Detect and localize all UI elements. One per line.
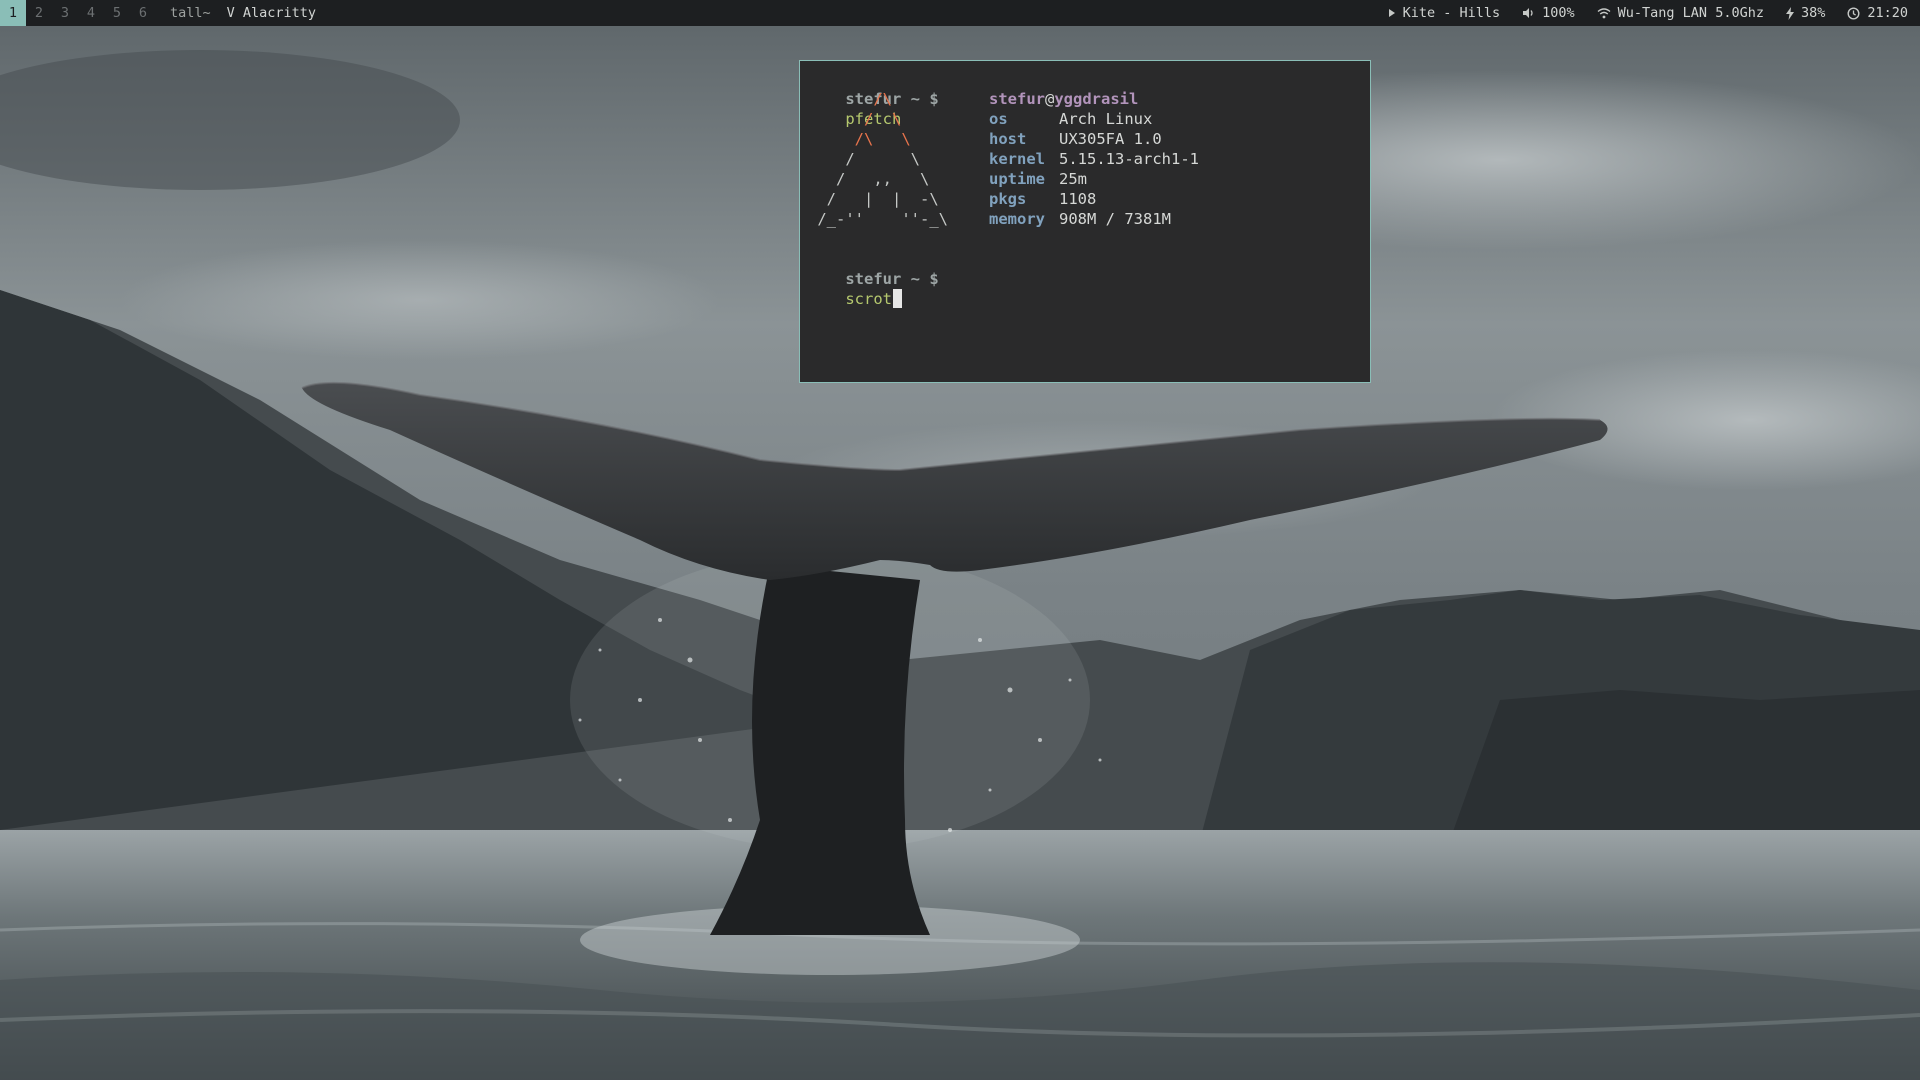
alacritty-terminal-window[interactable]: stefur ~ $ pfetch /\ / \ /\ \ / \ / ,, \… xyxy=(799,60,1371,383)
info-key: memory xyxy=(989,210,1045,228)
battery-module[interactable]: 38% xyxy=(1785,5,1826,21)
info-value: Arch Linux xyxy=(1059,110,1153,128)
play-icon xyxy=(1388,9,1395,17)
prompt-line-2[interactable]: stefur ~ $ scrot xyxy=(808,249,939,329)
info-value: 908M / 7381M xyxy=(1059,210,1171,228)
workspace-2[interactable]: 2 xyxy=(26,0,52,26)
clock-time: 21:20 xyxy=(1867,5,1908,21)
info-row-host: host UX305FA 1.0 xyxy=(989,129,1199,149)
layout-indicator[interactable]: tall~ xyxy=(170,5,211,21)
info-row-pkgs: pkgs 1108 xyxy=(989,189,1199,209)
user-host-line: stefur @ yggdrasil xyxy=(989,89,1199,109)
volume-icon xyxy=(1523,8,1533,18)
info-row-os: os Arch Linux xyxy=(989,109,1199,129)
hostname: yggdrasil xyxy=(1054,90,1139,108)
wifi-icon xyxy=(1597,8,1611,19)
battery-level: 38% xyxy=(1800,5,1826,21)
username: stefur xyxy=(989,90,1045,108)
shell-prompt: stefur ~ $ xyxy=(845,270,939,288)
lightning-icon xyxy=(1785,6,1794,20)
command-input[interactable]: scrot xyxy=(845,290,892,308)
workspace-4[interactable]: 4 xyxy=(78,0,104,26)
info-row-uptime: uptime 25m xyxy=(989,169,1199,189)
info-key: host xyxy=(989,130,1027,148)
workspace-3[interactable]: 3 xyxy=(52,0,78,26)
info-value: 1108 xyxy=(1059,190,1097,208)
ascii-line: /\ xyxy=(808,90,892,108)
ascii-line: / | | -\ xyxy=(808,190,939,208)
arch-logo-ascii: /\ / \ /\ \ / \ / ,, \ / | | -\ /_-'' ''… xyxy=(808,89,948,229)
pfetch-info: stefur @ yggdrasil os Arch Linux host UX30… xyxy=(989,89,1199,229)
info-key: kernel xyxy=(989,150,1045,168)
info-key: uptime xyxy=(989,170,1045,188)
clock-icon xyxy=(1847,6,1860,20)
workspace-5[interactable]: 5 xyxy=(104,0,130,26)
clock-module[interactable]: 21:20 xyxy=(1847,5,1908,21)
wifi-network: Wu-Tang LAN 5.0Ghz xyxy=(1617,5,1764,21)
info-key: pkgs xyxy=(989,190,1027,208)
workspace-6[interactable]: 6 xyxy=(130,0,156,26)
ascii-line: /\ \ xyxy=(808,130,911,148)
info-row-kernel: kernel 5.15.13-arch1-1 xyxy=(989,149,1199,169)
ascii-line: / \ xyxy=(808,150,920,168)
ascii-line: / \ xyxy=(808,110,902,128)
at-sign: @ xyxy=(1045,90,1055,108)
ascii-line: /_-'' ''-_\ xyxy=(808,210,948,228)
volume-module[interactable]: 100% xyxy=(1522,5,1575,21)
wifi-module[interactable]: Wu-Tang LAN 5.0Ghz xyxy=(1597,5,1764,21)
music-module[interactable]: Kite - Hills xyxy=(1388,5,1501,21)
info-value: UX305FA 1.0 xyxy=(1059,130,1162,148)
status-bar: 1 2 3 4 5 6 tall~ V Alacritty Kite - Hil… xyxy=(0,0,1920,26)
info-value: 25m xyxy=(1059,170,1087,188)
focused-window-title: V Alacritty xyxy=(226,5,317,21)
info-row-memory: memory 908M / 7381M xyxy=(989,209,1199,229)
info-key: os xyxy=(989,110,1008,128)
text-cursor xyxy=(893,289,902,308)
info-value: 5.15.13-arch1-1 xyxy=(1059,150,1199,168)
workspace-1[interactable]: 1 xyxy=(0,0,26,26)
ascii-line: / ,, \ xyxy=(808,170,930,188)
volume-level: 100% xyxy=(1542,5,1575,21)
now-playing: Kite - Hills xyxy=(1402,5,1501,21)
